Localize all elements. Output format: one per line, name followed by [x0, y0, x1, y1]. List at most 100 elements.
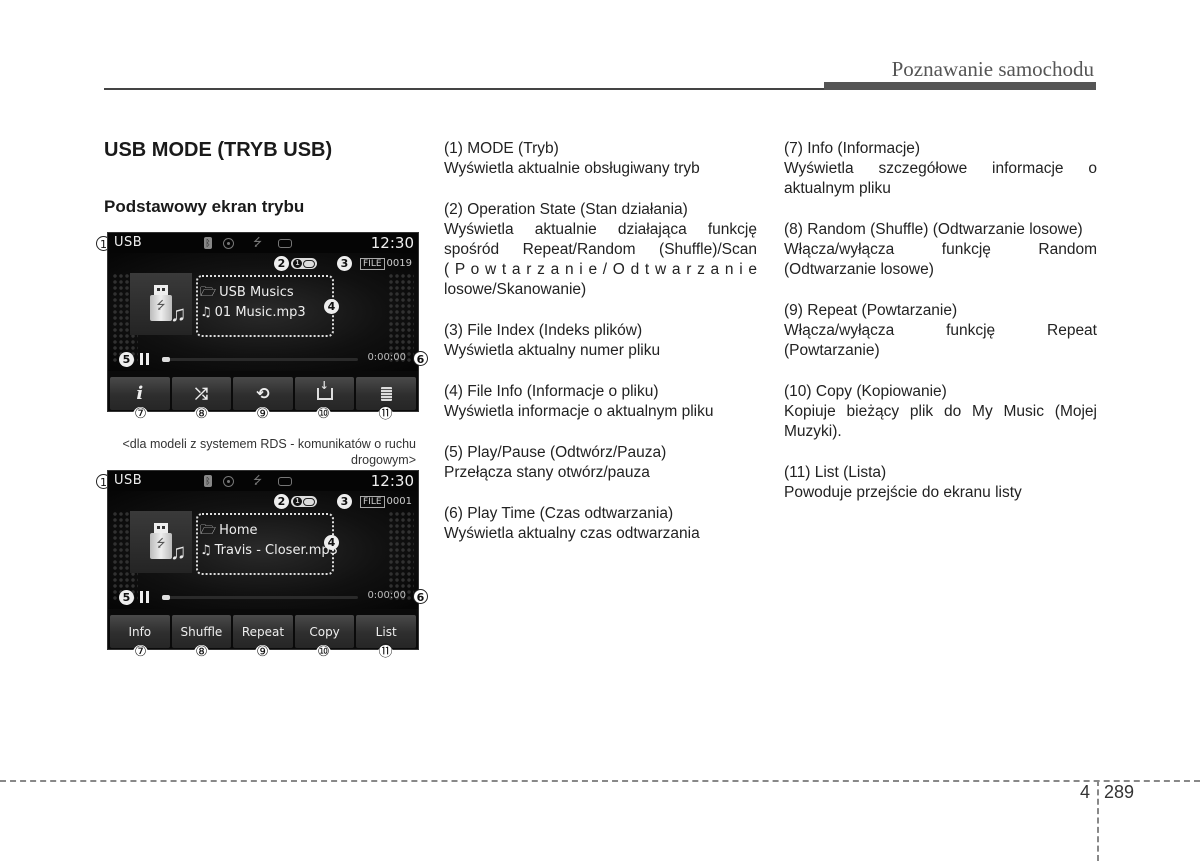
repeat-icon: ⟲ — [256, 384, 270, 403]
progress-bar[interactable] — [162, 595, 358, 600]
desc-text: Wyświetla aktualny numer pliku — [444, 342, 661, 359]
page-heading: USB MODE (TRYB USB) — [104, 139, 333, 161]
page-number: 289 — [1104, 782, 1135, 802]
status-bar: USB ᛒ ⭍ 12:30 — [108, 233, 418, 253]
desc-item: (7) Info (Informacje) Wyświetla szczegół… — [784, 139, 1097, 199]
desc-item: (11) List (Lista) Powoduje przejście do … — [784, 463, 1097, 503]
desc-title: (10) Copy (Kopiowanie) — [784, 383, 947, 400]
music-note-icon: ♫ — [170, 539, 187, 564]
desc-item: (1) MODE (Tryb) Wyświetla aktualnie obsł… — [444, 139, 757, 179]
desc-text: Wyświetla aktualnie obsługiwany tryb — [444, 160, 700, 177]
desc-text-cont: ( P o w t a r z a n i e / O d t w a r z … — [444, 261, 757, 278]
pause-icon[interactable] — [140, 353, 150, 365]
usb-stick-icon: ⭍ — [150, 523, 172, 559]
file-index-value: 0001 — [386, 496, 412, 507]
repeat-one-icon: 1 — [293, 259, 302, 268]
desc-item: (9) Repeat (Powtarzanie) Włącza/wyłącza … — [784, 301, 1097, 361]
callout-7: ⑦ — [133, 644, 148, 660]
music-note-icon: ♫ — [200, 305, 212, 320]
bluetooth-icon: ᛒ — [204, 475, 212, 487]
callout-4: 4 — [324, 535, 339, 550]
disc-icon — [223, 476, 234, 487]
desc-text: Wyświetla szczegółowe informacje o aktua… — [784, 160, 1097, 197]
mode-label: USB — [114, 473, 143, 488]
desc-item: (8) Random (Shuffle) (Odtwarzanie losowe… — [784, 220, 1097, 280]
callout-5: 5 — [119, 590, 134, 605]
repeat-icon — [303, 260, 315, 268]
track-name: Travis - Closer.mp3 — [214, 543, 338, 558]
desc-text: Wyświetla aktualny czas odtwarzania — [444, 525, 700, 542]
shuffle-icon: ⤮ — [194, 383, 208, 403]
desc-item: (5) Play/Pause (Odtwórz/Pauza) Przełącza… — [444, 443, 757, 483]
file-info-box: 🗁 Home ♫ Travis - Closer.mp3 — [196, 513, 338, 575]
file-index: FILE 0001 — [360, 496, 412, 508]
desc-text: Włącza/wyłącza funkcję Repeat (Powtarzan… — [784, 322, 1097, 359]
play-time: 0:00:00 — [367, 590, 406, 601]
desc-item: (6) Play Time (Czas odtwarzania) Wyświet… — [444, 504, 757, 544]
list-icon — [380, 386, 392, 401]
callout-2: 2 — [274, 256, 289, 271]
callout-8: ⑧ — [194, 406, 209, 422]
header-rule-bold — [824, 82, 1096, 90]
mode-label: USB — [114, 235, 143, 250]
usb-screen-icons: USB ᛒ ⭍ 12:30 2 1 3 FILE 0019 ⭍ ♫ 🗁 USB Mu… — [107, 232, 419, 412]
aux-icon — [278, 239, 292, 248]
pause-icon[interactable] — [140, 591, 150, 603]
desc-text: Wyświetla aktualnie działająca funkcję s… — [444, 221, 757, 258]
progress-bar[interactable] — [162, 357, 358, 362]
info-icon: i — [136, 383, 144, 404]
callout-2: 2 — [274, 494, 289, 509]
callout-6: 6 — [413, 589, 428, 604]
callout-10: ⑩ — [316, 406, 331, 422]
callout-10: ⑩ — [316, 644, 331, 660]
callout-4: 4 — [324, 299, 339, 314]
desc-title: (4) File Info (Informacje o pliku) — [444, 383, 659, 400]
desc-title: (2) Operation State (Stan działania) — [444, 201, 688, 218]
clock: 12:30 — [370, 472, 414, 490]
usb-icon: ⭍ — [253, 475, 263, 487]
callout-3: 3 — [337, 494, 352, 509]
callout-11: ⑪ — [378, 644, 393, 660]
desc-text: Przełącza stany otwórz/pauza — [444, 464, 650, 481]
desc-item: (10) Copy (Kopiowanie) Kopiuje bieżący p… — [784, 382, 1097, 442]
disc-icon — [223, 238, 234, 249]
status-bar: USB ᛒ ⭍ 12:30 — [108, 471, 418, 491]
callout-7: ⑦ — [133, 406, 148, 422]
callout-11: ⑪ — [378, 406, 393, 422]
clock: 12:30 — [370, 234, 414, 252]
footer-rule — [0, 780, 1200, 782]
file-index: FILE 0019 — [360, 258, 412, 270]
section-title: Poznawanie samochodu — [891, 57, 1094, 81]
progress-fill — [162, 357, 170, 362]
desc-title: (7) Info (Informacje) — [784, 140, 921, 157]
folder-name: Home — [219, 523, 258, 538]
music-note-icon: ♫ — [200, 543, 212, 558]
album-art: ⭍ ♫ — [130, 273, 192, 335]
aux-icon — [278, 477, 292, 486]
usb-screen-labels: USB ᛒ ⭍ 12:30 2 1 3 FILE 0001 ⭍ ♫ 🗁 Home ♫… — [107, 470, 419, 650]
file-tag: FILE — [360, 258, 385, 270]
music-note-icon: ♫ — [170, 301, 187, 326]
desc-title: (8) Random (Shuffle) (Odtwarzanie losowe… — [784, 221, 1083, 238]
chapter-number: 4 — [1080, 782, 1091, 802]
desc-title: (11) List (Lista) — [784, 464, 887, 481]
callout-8: ⑧ — [194, 644, 209, 660]
desc-title: (3) File Index (Indeks plików) — [444, 322, 643, 339]
folder-icon: 🗁 — [200, 285, 217, 300]
callout-6: 6 — [413, 351, 428, 366]
operation-state-indicator: 1 — [291, 496, 317, 507]
callout-3: 3 — [337, 256, 352, 271]
desc-title: (5) Play/Pause (Odtwórz/Pauza) — [444, 444, 667, 461]
album-art: ⭍ ♫ — [130, 511, 192, 573]
file-tag: FILE — [360, 496, 385, 508]
header-rule — [104, 88, 826, 90]
desc-text: Kopiuje bieżący plik do My Music (Mojej … — [784, 403, 1097, 440]
desc-text: Włącza/wyłącza funkcję Random (Odtwarzan… — [784, 241, 1097, 278]
desc-title: (6) Play Time (Czas odtwarzania) — [444, 505, 674, 522]
desc-title: (9) Repeat (Powtarzanie) — [784, 302, 958, 319]
copy-icon — [316, 379, 333, 400]
desc-item: (2) Operation State (Stan działania) Wyś… — [444, 200, 757, 300]
desc-title: (1) MODE (Tryb) — [444, 140, 559, 157]
repeat-icon — [303, 498, 315, 506]
callout-9: ⑨ — [255, 644, 270, 660]
